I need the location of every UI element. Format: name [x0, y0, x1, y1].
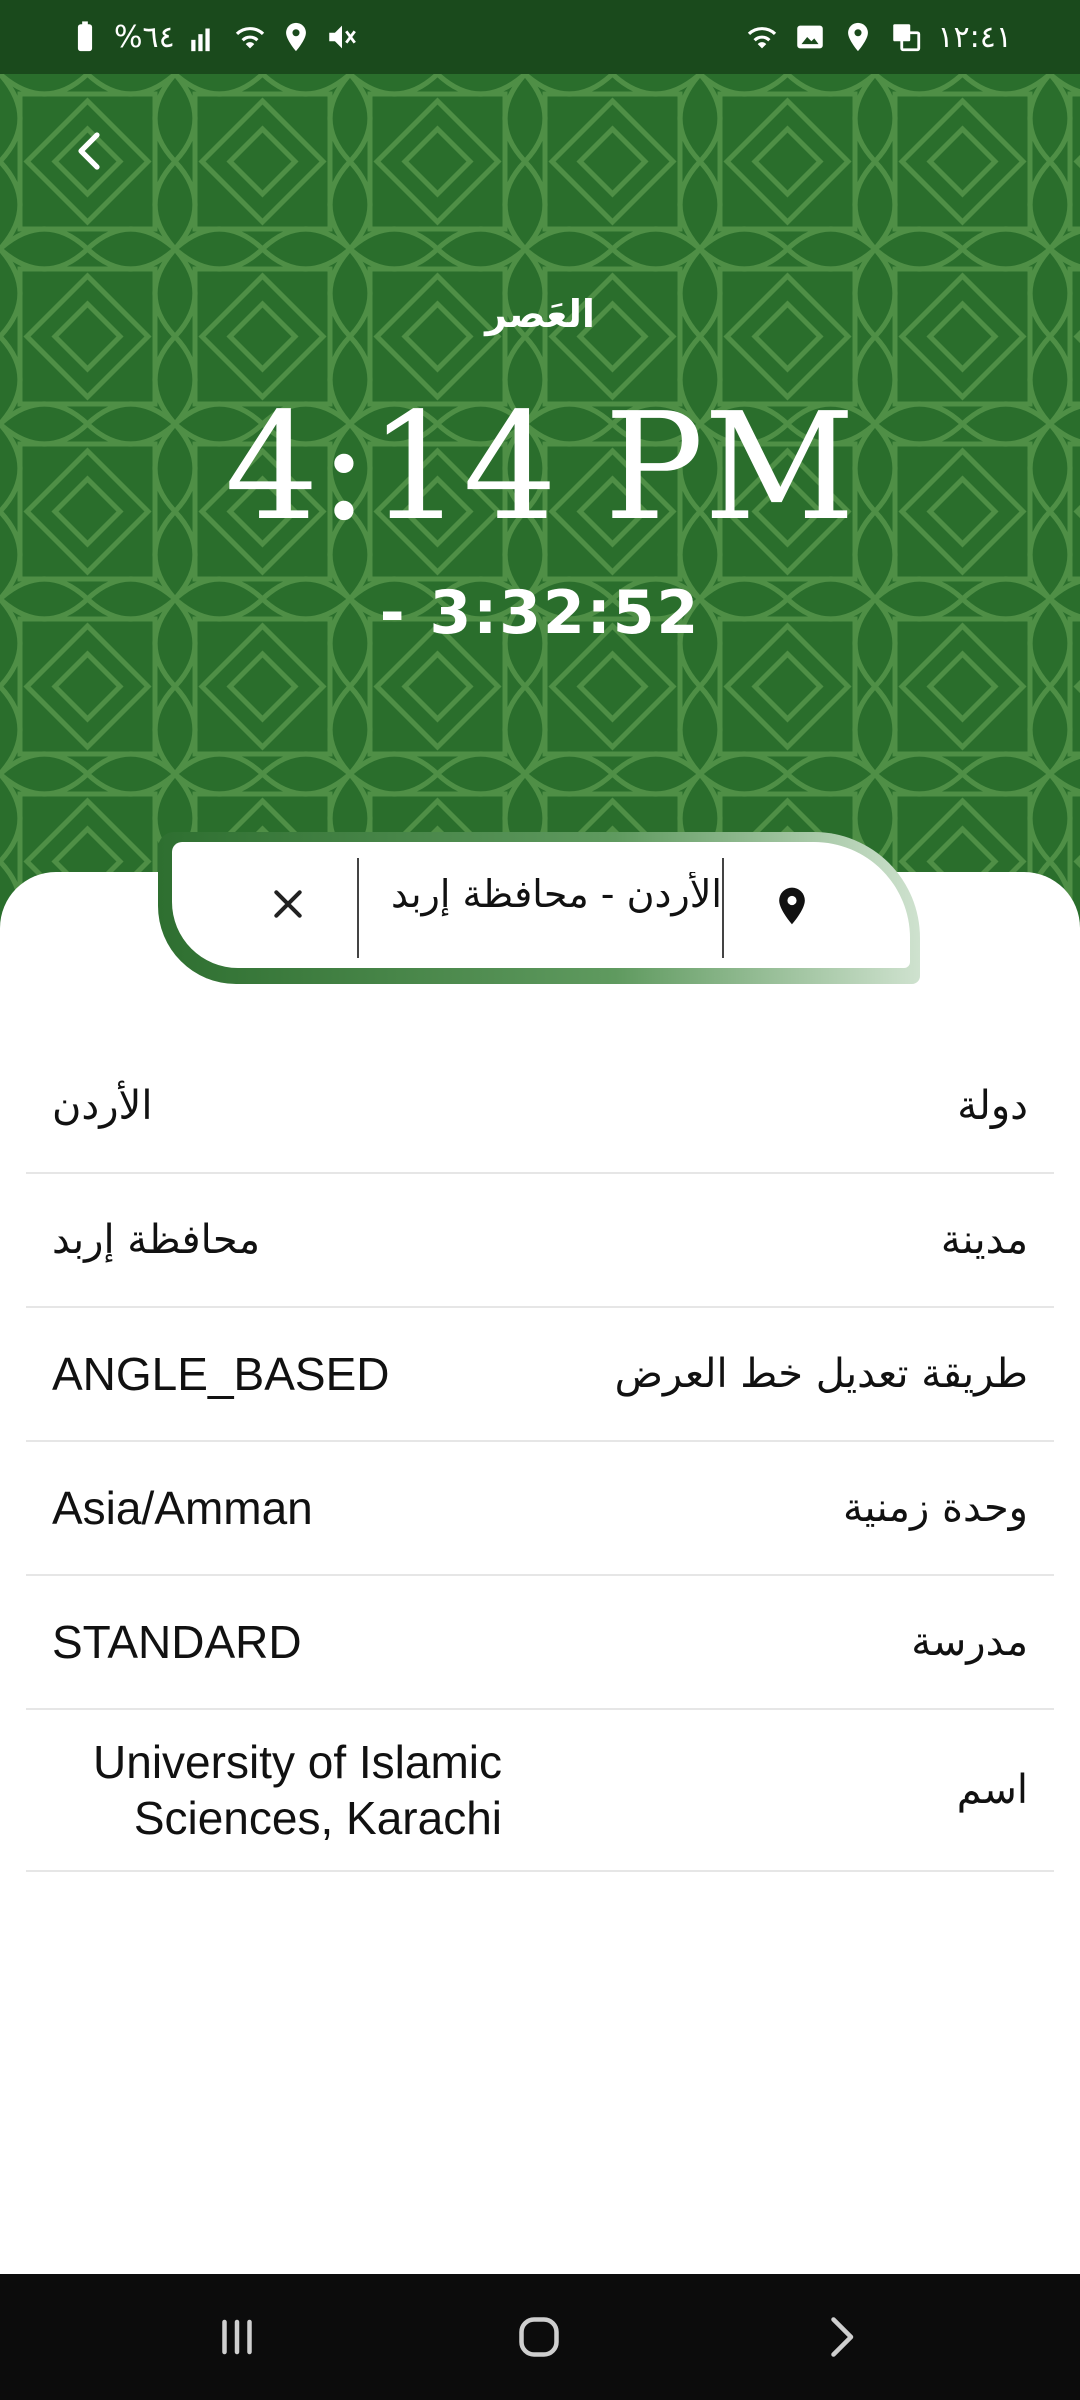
back-button[interactable] — [56, 116, 126, 186]
chevron-right-icon — [831, 2317, 854, 2357]
location-divider-left — [357, 858, 359, 958]
home-button[interactable] — [504, 2302, 574, 2372]
city-row: مدينة محافظة إربد — [26, 1174, 1054, 1308]
location-text[interactable]: الأردن - محافظة إربد — [362, 872, 722, 932]
row-value: محافظة إربد — [52, 1217, 261, 1263]
wifi-icon — [233, 20, 267, 54]
mute-icon — [325, 20, 359, 54]
translate-icon — [889, 20, 923, 54]
system-nav-bar — [0, 2274, 1080, 2400]
prayer-header: العَصر 4:14 PM - 3:32:52 — [0, 74, 1080, 934]
gallery-icon — [793, 20, 827, 54]
battery-icon — [68, 20, 102, 54]
row-label: اسم — [956, 1767, 1028, 1813]
location-icon — [841, 20, 875, 54]
row-value: Asia/Amman — [52, 1482, 313, 1534]
row-value: الأردن — [52, 1083, 153, 1129]
row-value: ANGLE_BASED — [52, 1348, 390, 1400]
row-value: University of Islamic Sciences, Karachi — [52, 1710, 502, 1870]
prayer-time: 4:14 PM — [224, 381, 856, 553]
location-divider-right — [722, 858, 724, 958]
row-label: مدرسة — [911, 1619, 1028, 1665]
row-label: طريقة تعديل خط العرض — [614, 1351, 1028, 1397]
recent-apps-button[interactable] — [202, 2302, 272, 2372]
row-label: مدينة — [940, 1217, 1028, 1263]
row-value-line-1: University of Islamic — [93, 1736, 502, 1788]
location-pin-button[interactable] — [766, 880, 818, 932]
close-icon — [274, 890, 302, 918]
countdown-timer: - 3:32:52 — [379, 578, 701, 648]
school-row: مدرسة STANDARD — [26, 1576, 1054, 1710]
row-value: STANDARD — [52, 1616, 302, 1668]
status-time: ١٢:٤١ — [937, 19, 1012, 55]
back-nav-button[interactable] — [806, 2302, 876, 2372]
row-label: دولة — [957, 1083, 1028, 1129]
row-label: وحدة زمنية — [842, 1485, 1028, 1531]
clear-location-button[interactable] — [260, 876, 316, 932]
latitude-adjustment-row: طريقة تعديل خط العرض ANGLE_BASED — [26, 1308, 1054, 1442]
status-left: %٦٤ — [68, 0, 359, 74]
recent-apps-icon — [222, 2319, 252, 2355]
wifi-status-icon — [745, 20, 779, 54]
status-right: ١٢:٤١ — [745, 0, 1012, 74]
location-status-icon — [279, 20, 313, 54]
timezone-row: وحدة زمنية Asia/Amman — [26, 1442, 1054, 1576]
battery-percent: %٦٤ — [114, 19, 175, 55]
prayer-name: العَصر — [485, 292, 595, 336]
signal-icon — [187, 20, 221, 54]
chevron-left-icon — [78, 132, 100, 170]
country-row: دولة الأردن — [26, 1040, 1054, 1174]
method-name-row: اسم University of Islamic Sciences, Kara… — [26, 1710, 1054, 1872]
settings-list: دولة الأردن مدينة محافظة إربد طريقة تعدي… — [26, 1040, 1054, 1872]
home-icon — [519, 2317, 559, 2357]
map-pin-icon — [779, 887, 805, 925]
row-value-line-2: Sciences, Karachi — [133, 1792, 502, 1844]
status-bar: %٦٤ ١٢:٤١ — [0, 0, 1080, 74]
